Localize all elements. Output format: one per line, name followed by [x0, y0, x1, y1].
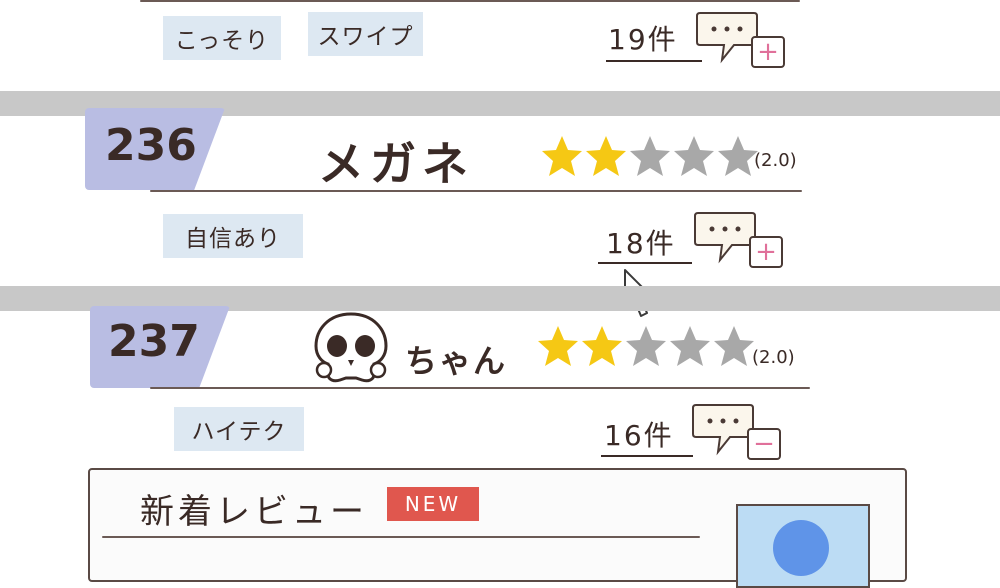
comment-count[interactable]: 16件	[604, 414, 674, 454]
item-name: メガネ	[318, 137, 474, 191]
comment-action-symbol: −	[753, 429, 775, 459]
count-underline	[606, 60, 702, 62]
new-reviews-title: 新着レビュー	[140, 492, 368, 532]
tag-chip[interactable]: スワイプ	[308, 12, 423, 56]
avatar	[773, 520, 829, 576]
item-name: ちゃん	[405, 342, 508, 380]
tag-chip[interactable]: ハイテク	[174, 407, 304, 451]
speech-bubble-plus-icon: +	[694, 212, 783, 268]
rank-number: 237	[108, 316, 200, 367]
row-divider	[150, 190, 802, 192]
review-thumbnail[interactable]	[736, 504, 870, 588]
comment-add-button[interactable]: +	[692, 210, 787, 272]
new-reviews-panel: 新着レビュー NEW	[88, 468, 907, 588]
comment-remove-button[interactable]: −	[690, 402, 785, 464]
comment-add-button[interactable]: +	[694, 10, 789, 72]
star-rating	[536, 324, 756, 368]
new-badge: NEW	[387, 487, 479, 521]
star-rating	[540, 134, 760, 178]
star-filled-icon	[586, 136, 626, 176]
tag-chip[interactable]: こっそり	[163, 16, 281, 60]
rank-number: 236	[105, 120, 197, 171]
skull-icon	[314, 312, 388, 383]
comment-count[interactable]: 19件	[608, 18, 678, 58]
tag-chip[interactable]: 自信あり	[163, 214, 303, 258]
count-underline	[598, 262, 692, 264]
tag-label: こっそり	[174, 28, 270, 54]
star-filled-icon	[538, 326, 578, 366]
rating-value: (2.0)	[752, 347, 795, 368]
count-underline	[601, 455, 693, 457]
speech-bubble-plus-icon: +	[696, 12, 785, 68]
tag-label: 自信あり	[185, 226, 281, 252]
star-empty-icon	[626, 326, 666, 366]
star-empty-icon	[714, 326, 754, 366]
comment-count[interactable]: 18件	[606, 222, 676, 262]
star-filled-icon	[582, 326, 622, 366]
star-filled-icon	[542, 136, 582, 176]
comment-action-symbol: +	[755, 237, 777, 267]
row-divider	[150, 387, 810, 389]
speech-bubble-minus-icon: −	[692, 404, 781, 460]
star-empty-icon	[674, 136, 714, 176]
tag-label: ハイテク	[191, 419, 287, 445]
star-empty-icon	[630, 136, 670, 176]
comment-action-symbol: +	[757, 37, 779, 67]
row-divider	[140, 0, 800, 2]
tag-label: スワイプ	[317, 24, 414, 50]
rating-value: (2.0)	[754, 150, 797, 171]
panel-divider	[102, 536, 700, 538]
star-empty-icon	[670, 326, 710, 366]
